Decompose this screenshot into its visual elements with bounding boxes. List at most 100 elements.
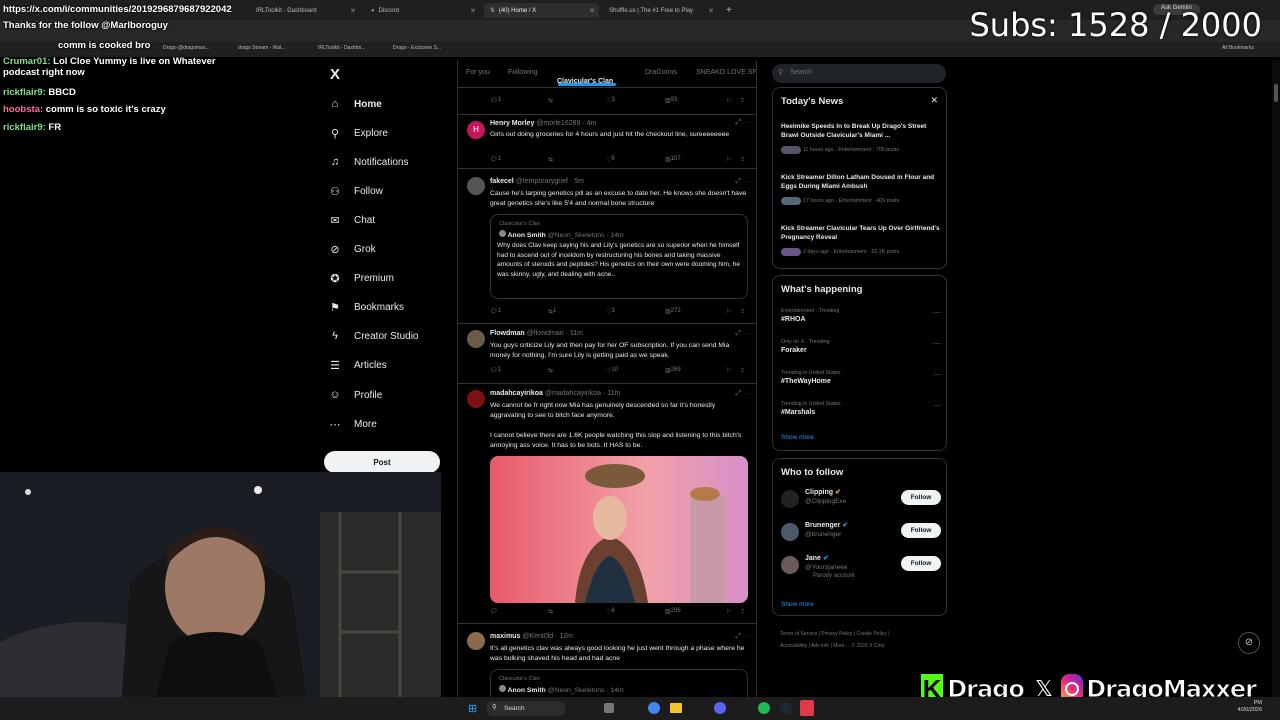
scrollbar-thumb[interactable] xyxy=(1274,84,1278,102)
nav-profile[interactable]: ☺ Profile xyxy=(328,389,382,401)
share-icon[interactable]: ⇪ xyxy=(740,367,745,374)
close-icon[interactable]: ✕ xyxy=(930,95,938,106)
nav-articles[interactable]: ☰ Articles xyxy=(328,359,387,372)
retweet-icon[interactable]: ⇆ xyxy=(548,367,553,374)
news-headline[interactable]: Kick Streamer Dillon Latham Doused in Fl… xyxy=(781,174,941,191)
tweet[interactable]: Flowdman @flowdman · 11m ⤢ ⋯ You guys cr… xyxy=(458,324,756,384)
share-icon[interactable]: ⇪ xyxy=(740,97,745,104)
views-icon[interactable]: ▥ 107 xyxy=(665,156,681,163)
nav-follow[interactable]: ⚇ Follow xyxy=(328,185,383,198)
nav-explore[interactable]: ⚲ Explore xyxy=(328,127,388,140)
share-icon[interactable]: ⇪ xyxy=(740,608,745,615)
search-input[interactable]: ⚲ Search xyxy=(772,64,946,83)
more-icon[interactable]: ⤢ ⋯ xyxy=(735,390,750,398)
nav-premium[interactable]: ✪ Premium xyxy=(328,272,394,285)
quoted-tweet[interactable]: Clavicular's Clan Anon Smith @Neon_Skele… xyxy=(490,214,748,299)
avatar[interactable] xyxy=(467,177,485,195)
windows-start-icon[interactable]: ⊞ xyxy=(468,702,477,715)
more-icon[interactable]: ⤢ ⋯ xyxy=(735,330,750,338)
more-icon[interactable]: ⤢ ⋯ xyxy=(735,178,750,186)
close-icon[interactable]: ✕ xyxy=(708,7,714,15)
tweet-author[interactable]: fakecel @temporarygrief · 5m xyxy=(490,178,584,185)
follow-suggestion[interactable]: Jane ✔ @Yoursjaneee Parody account Follow xyxy=(781,552,941,579)
reply-icon[interactable]: 💬︎ 1 xyxy=(490,156,501,163)
avatar[interactable]: H xyxy=(467,121,485,139)
like-icon[interactable]: ♡ 8 xyxy=(606,156,615,163)
retweet-icon[interactable]: ⇆ 1 xyxy=(548,308,556,315)
views-icon[interactable]: ▥ 296 xyxy=(665,608,681,615)
follow-button[interactable]: Follow xyxy=(901,523,941,538)
tweet-author[interactable]: Flowdman @flowdman · 11m xyxy=(490,330,583,337)
new-tab-button[interactable]: + xyxy=(720,3,736,18)
app-icon[interactable] xyxy=(800,700,814,716)
bookmark-item[interactable]: Drago @dragomax... xyxy=(163,45,209,51)
bookmark-item[interactable]: drago Stream - Wat... xyxy=(238,45,286,51)
share-icon[interactable]: ⇪ xyxy=(740,308,745,315)
tweet[interactable]: fakecel @temporarygrief · 5m ⤢ ⋯ Cause h… xyxy=(458,169,756,324)
tweet[interactable]: H Henry Morley @morle16289 · 4m ⤢ ⋯ Girl… xyxy=(458,115,756,169)
bookmark-icon[interactable]: ⚐ xyxy=(726,608,731,615)
views-icon[interactable]: ▥ 272 xyxy=(665,308,681,315)
like-icon[interactable]: ♡ 3 xyxy=(606,97,615,104)
nav-chat[interactable]: ✉ Chat xyxy=(328,214,375,227)
clock[interactable]: PM 4/26/2026 xyxy=(1238,700,1262,714)
retweet-icon[interactable]: ⇆ xyxy=(548,608,553,615)
views-icon[interactable]: ▥ 93 xyxy=(665,97,677,104)
task-view-icon[interactable] xyxy=(604,703,614,713)
spotify-icon[interactable] xyxy=(758,702,770,714)
like-icon[interactable]: ♡ 10 xyxy=(606,367,618,374)
nav-home[interactable]: ⌂ Home xyxy=(328,98,382,110)
close-icon[interactable]: ✕ xyxy=(589,7,595,15)
tab-dragoons[interactable]: DraGoons xyxy=(645,69,677,76)
like-icon[interactable]: ♡ 3 xyxy=(606,308,615,315)
bookmark-icon[interactable]: ⚐ xyxy=(726,156,731,163)
trend-item[interactable]: Only on X · Trending Foraker ⋯ xyxy=(781,339,941,354)
tab-shuffle[interactable]: Shuffle.us | The #1 Free to Play ✕ xyxy=(603,3,718,18)
reply-icon[interactable]: 💬︎ 1 xyxy=(490,367,501,374)
follow-suggestion[interactable]: Brunenger ✔ @brunenger Follow xyxy=(781,519,941,545)
nav-bookmarks[interactable]: ⚑ Bookmarks xyxy=(328,301,404,314)
nav-more[interactable]: ⋯ More xyxy=(328,418,377,431)
nav-creator-studio[interactable]: ϟ Creator Studio xyxy=(328,330,418,342)
avatar[interactable] xyxy=(467,330,485,348)
post-button[interactable]: Post xyxy=(324,451,440,473)
reply-icon[interactable]: 💬︎ xyxy=(490,608,498,615)
all-bookmarks[interactable]: All Bookmarks xyxy=(1222,45,1254,51)
reply-icon[interactable]: 💬︎ 1 xyxy=(490,97,501,104)
follow-button[interactable]: Follow xyxy=(901,556,941,571)
tweet[interactable]: madahcayirikoa @madahcayirikoa · 11m ⤢ ⋯… xyxy=(458,384,756,624)
nav-grok[interactable]: ⊘ Grok xyxy=(328,243,375,256)
follow-button[interactable]: Follow xyxy=(901,490,941,505)
tweet[interactable]: 💬︎ 1 ⇆ ♡ 3 ▥ 93 ⚐ ⇪ xyxy=(458,88,756,115)
retweet-icon[interactable]: ⇆ xyxy=(548,97,553,104)
tweet-author[interactable]: Henry Morley @morle16289 · 4m xyxy=(490,120,596,127)
tweet-author[interactable]: madahcayirikoa @madahcayirikoa · 11m xyxy=(490,390,620,397)
tweet-media-image[interactable] xyxy=(490,456,748,603)
tab-following[interactable]: Following xyxy=(508,69,538,76)
trend-item[interactable]: Trending in United States #TheWayHome ⋯ xyxy=(781,370,941,385)
trend-item[interactable]: Entertainment · Trending #RHOA ⋯ xyxy=(781,308,941,323)
bookmark-icon[interactable]: ⚐ xyxy=(726,97,731,104)
grok-icon[interactable]: ⊘ xyxy=(1238,632,1260,654)
tab-x-home[interactable]: 𝕏 (40) Home / X ✕ xyxy=(484,3,599,18)
avatar[interactable] xyxy=(467,390,485,408)
follow-suggestion[interactable]: Clipping ✔ @ClippingExe Follow xyxy=(781,486,941,512)
chrome-icon[interactable] xyxy=(648,702,660,714)
tab-sneako[interactable]: SNEAKO LOVE SF xyxy=(696,69,756,76)
file-explorer-icon[interactable] xyxy=(670,703,682,713)
like-icon[interactable]: ♡ 6 xyxy=(606,608,615,615)
retweet-icon[interactable]: ⇆ xyxy=(548,156,553,163)
show-more-link[interactable]: Show more xyxy=(781,434,814,441)
news-headline[interactable]: Heelmike Speeds In to Break Up Drago's S… xyxy=(781,123,941,140)
page-scrollbar[interactable] xyxy=(1272,60,1280,697)
news-headline[interactable]: Kick Streamer Clavicular Tears Up Over G… xyxy=(781,225,941,242)
more-icon[interactable]: ⤢ ⋯ xyxy=(735,633,750,641)
tab-for-you[interactable]: For you xyxy=(466,69,490,76)
trend-item[interactable]: Trending in United States #Marshals ⋯ xyxy=(781,401,941,416)
show-more-link[interactable]: Show more xyxy=(781,601,814,608)
reply-icon[interactable]: 💬︎ 1 xyxy=(490,308,501,315)
share-icon[interactable]: ⇪ xyxy=(740,156,745,163)
nav-notifications[interactable]: ♫ Notifications xyxy=(328,156,409,168)
tweet-author[interactable]: maximus @Kent0ld · 12m xyxy=(490,633,573,640)
more-icon[interactable]: ⤢ ⋯ xyxy=(735,119,750,127)
